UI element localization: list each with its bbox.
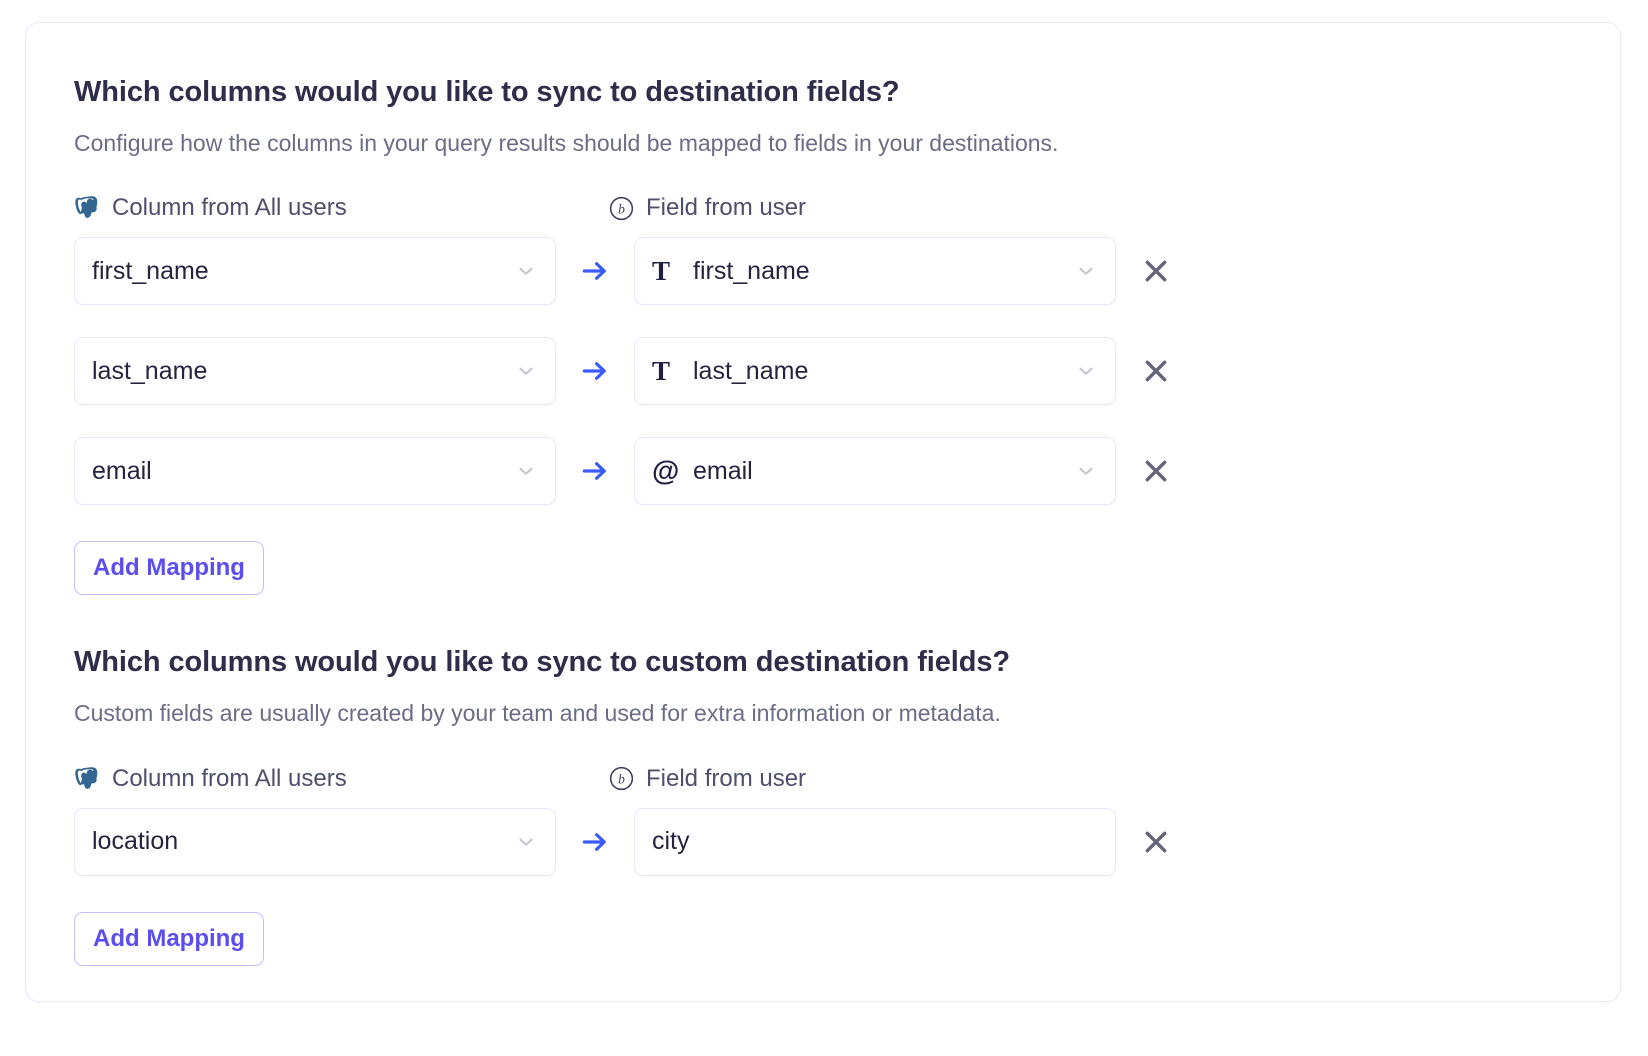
- chevron-down-icon: [1079, 467, 1093, 476]
- chevron-down-icon: [519, 267, 533, 276]
- text-type-icon: T: [652, 255, 671, 286]
- arrow-right-icon: [556, 256, 634, 286]
- destination-field-select[interactable]: @ email: [634, 437, 1116, 506]
- postgresql-icon: [74, 766, 100, 792]
- remove-mapping-button[interactable]: [1116, 355, 1196, 387]
- sections-container: Which columns would you like to sync to …: [26, 23, 1620, 966]
- braze-icon: b: [609, 766, 634, 791]
- section-title: Which columns would you like to sync to …: [74, 76, 900, 108]
- source-column-select[interactable]: first_name: [74, 237, 556, 306]
- chevron-down-icon: [1079, 267, 1093, 276]
- add-mapping-button[interactable]: Add Mapping: [74, 911, 264, 966]
- mapping-row: location city: [74, 807, 1620, 876]
- chevron-down-icon: [519, 467, 533, 476]
- mapping-row: email @ email: [74, 437, 1620, 506]
- destination-field-value: last_name: [693, 358, 809, 384]
- source-column-select[interactable]: email: [74, 437, 556, 506]
- mapping-section-custom: Which columns would you like to sync to …: [74, 645, 1620, 966]
- source-column-header: Column from All users: [74, 194, 609, 222]
- mapping-rows: first_name T first_name last_name T last…: [74, 237, 1620, 506]
- remove-mapping-button[interactable]: [1116, 826, 1196, 858]
- destination-field-value: city: [652, 829, 690, 855]
- destination-field-select[interactable]: T first_name: [634, 237, 1116, 306]
- chevron-down-icon: [1079, 367, 1093, 376]
- mapping-rows: location city: [74, 807, 1620, 876]
- chevron-down-icon: [519, 367, 533, 376]
- source-column-header: Column from All users: [74, 765, 609, 793]
- mapping-section-standard: Which columns would you like to sync to …: [74, 75, 1620, 596]
- section-subtitle: Custom fields are usually created by you…: [74, 700, 1001, 727]
- mapping-row: first_name T first_name: [74, 237, 1620, 306]
- arrow-right-icon: [556, 356, 634, 386]
- remove-mapping-button[interactable]: [1116, 455, 1196, 487]
- source-column-select[interactable]: last_name: [74, 337, 556, 406]
- text-type-icon: T: [652, 355, 671, 386]
- destination-field-select[interactable]: T last_name: [634, 337, 1116, 406]
- section-subtitle: Configure how the columns in your query …: [74, 129, 1059, 156]
- destination-column-header-label: Field from user: [646, 194, 807, 222]
- remove-mapping-button[interactable]: [1116, 255, 1196, 287]
- arrow-right-icon: [556, 827, 634, 857]
- svg-text:b: b: [618, 772, 625, 787]
- source-column-select[interactable]: location: [74, 807, 556, 876]
- destination-field-input[interactable]: city: [634, 807, 1116, 876]
- source-column-value: first_name: [92, 258, 209, 284]
- chevron-down-icon: [519, 838, 533, 846]
- source-column-value: last_name: [92, 358, 208, 384]
- destination-field-value: first_name: [693, 258, 810, 284]
- destination-field-value: email: [693, 458, 753, 484]
- email-type-icon: @: [652, 455, 680, 487]
- source-column-header-label: Column from All users: [112, 764, 347, 792]
- close-icon: [1145, 260, 1167, 282]
- destination-column-header: b Field from user: [609, 194, 1109, 222]
- braze-icon: b: [609, 196, 634, 221]
- mapping-row: last_name T last_name: [74, 337, 1620, 406]
- column-headers: Column from All users b Field from user: [74, 764, 1620, 794]
- destination-column-header-label: Field from user: [646, 764, 807, 792]
- close-icon: [1145, 460, 1167, 482]
- close-icon: [1145, 831, 1167, 853]
- add-mapping-button[interactable]: Add Mapping: [74, 541, 264, 596]
- source-column-header-label: Column from All users: [112, 194, 347, 222]
- section-title: Which columns would you like to sync to …: [74, 646, 1010, 679]
- arrow-right-icon: [556, 456, 634, 486]
- field-mapping-card: Which columns would you like to sync to …: [25, 22, 1621, 1002]
- close-icon: [1145, 360, 1167, 382]
- destination-column-header: b Field from user: [609, 765, 1109, 793]
- postgresql-icon: [74, 195, 100, 221]
- source-column-value: location: [92, 829, 179, 855]
- svg-text:b: b: [618, 202, 625, 217]
- source-column-value: email: [92, 458, 152, 484]
- column-headers: Column from All users b Field from user: [74, 193, 1620, 223]
